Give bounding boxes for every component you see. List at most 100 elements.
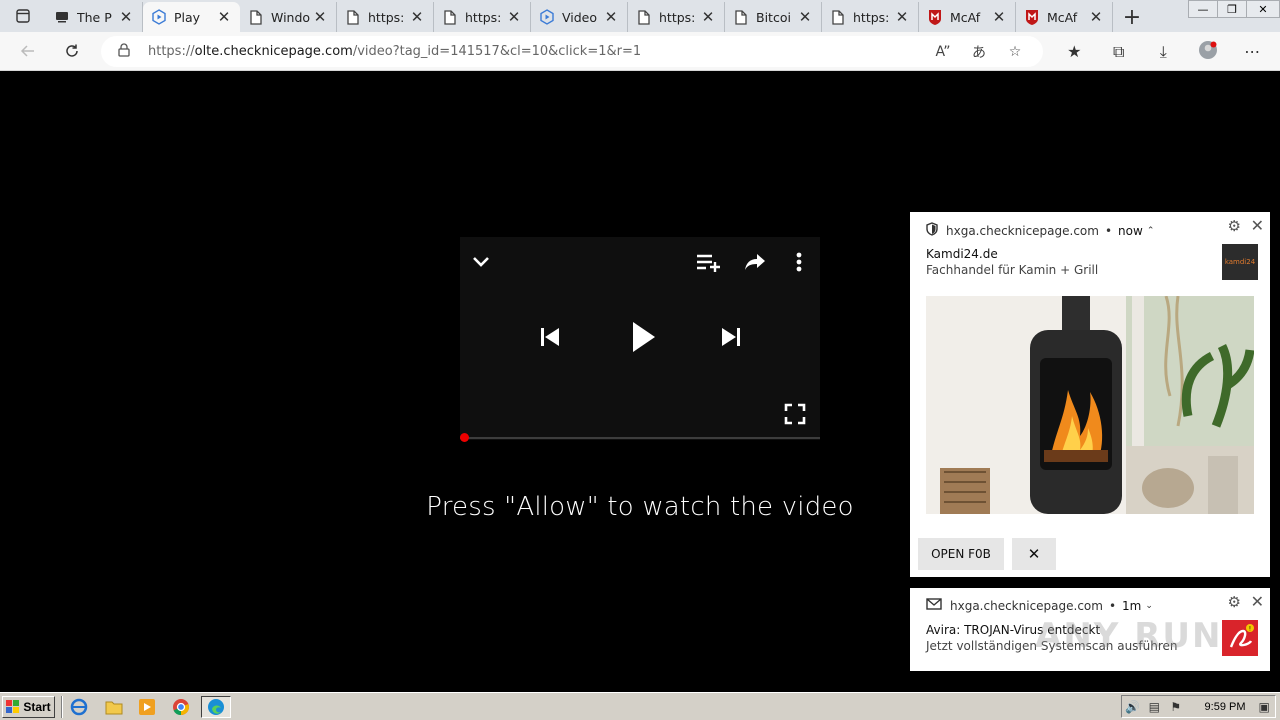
push-notification-kamdi[interactable]: hxga.checknicepage.com • now ⌃ ⚙ ✕ Kamdi… bbox=[910, 212, 1270, 577]
url-host: olte.checknicepage.com bbox=[194, 44, 353, 59]
address-bar[interactable]: https://olte.checknicepage.com/video?tag… bbox=[101, 36, 1043, 67]
page-content: Press "Allow" to watch the video hxga.ch… bbox=[0, 71, 1280, 692]
tab-label: Bitcoi bbox=[756, 9, 791, 25]
collections-icon[interactable]: ⧉ bbox=[1097, 42, 1142, 62]
show-desktop-icon[interactable]: ▣ bbox=[1253, 700, 1275, 714]
settings-more-icon[interactable]: ⋯ bbox=[1230, 42, 1275, 61]
tab-close-icon[interactable]: ✕ bbox=[118, 8, 134, 26]
browser-tab[interactable]: https: ✕ bbox=[822, 2, 919, 32]
profile-avatar-icon[interactable] bbox=[1186, 40, 1231, 64]
browser-tab[interactable]: Play ✕ bbox=[143, 2, 240, 32]
chrome-icon[interactable] bbox=[169, 696, 193, 718]
lock-icon[interactable] bbox=[118, 42, 148, 61]
media-player-icon[interactable] bbox=[135, 696, 159, 718]
tab-close-icon[interactable]: ✕ bbox=[603, 8, 619, 26]
tab-strip: The P ✕ Play ✕ Windo ✕ https: ✕ https: ✕ Video ✕ htt… bbox=[0, 0, 1280, 32]
open-notification-button[interactable]: OPEN F0B bbox=[918, 538, 1004, 570]
page-icon bbox=[830, 9, 846, 25]
network-icon[interactable]: ▤ bbox=[1144, 700, 1166, 714]
minimize-button[interactable]: — bbox=[1188, 0, 1218, 18]
browser-tab[interactable]: https: ✕ bbox=[337, 2, 434, 32]
tab-close-icon[interactable]: ✕ bbox=[1088, 8, 1104, 26]
tab-close-icon[interactable]: ✕ bbox=[409, 8, 425, 26]
video-player[interactable] bbox=[460, 237, 820, 440]
tab-close-icon[interactable]: ✕ bbox=[216, 8, 232, 26]
browser-tab[interactable]: Windo ✕ bbox=[240, 2, 337, 32]
browser-tab[interactable]: McAf ✕ bbox=[919, 2, 1016, 32]
kamdi24-badge: kamdi24 bbox=[1222, 244, 1258, 280]
tab-close-icon[interactable]: ✕ bbox=[991, 8, 1007, 26]
browser-tab[interactable]: Bitcoi ✕ bbox=[725, 2, 822, 32]
favorites-icon[interactable]: ★ bbox=[1052, 42, 1097, 61]
browser-tab[interactable]: https: ✕ bbox=[628, 2, 725, 32]
back-button[interactable] bbox=[6, 32, 50, 71]
video-progress-handle[interactable] bbox=[460, 433, 469, 442]
folder-icon[interactable] bbox=[102, 696, 126, 718]
add-to-queue-icon[interactable] bbox=[696, 253, 722, 277]
tab-label: Windo bbox=[271, 9, 311, 25]
tab-label: https: bbox=[659, 9, 696, 25]
reload-icon bbox=[66, 44, 78, 57]
next-track-icon[interactable] bbox=[721, 327, 741, 351]
read-aloud-icon[interactable]: A” bbox=[925, 44, 961, 60]
tab-close-icon[interactable]: ✕ bbox=[506, 8, 522, 26]
edge-icon[interactable] bbox=[201, 696, 231, 718]
windows-logo-icon bbox=[6, 700, 20, 713]
page-icon bbox=[248, 9, 264, 25]
page-icon bbox=[733, 9, 749, 25]
taskbar: Start 🔊 ▤ ⚑ 9:59 PM ▣ bbox=[0, 692, 1280, 720]
chevron-down-icon[interactable]: ⌄ bbox=[1145, 601, 1153, 611]
window-controls: — ❐ ✕ bbox=[1188, 0, 1280, 18]
tab-close-icon[interactable]: ✕ bbox=[312, 8, 328, 26]
restore-button[interactable]: ❐ bbox=[1217, 0, 1247, 18]
dismiss-notification-button[interactable]: ✕ bbox=[1012, 538, 1056, 570]
mcafee-icon bbox=[1024, 9, 1040, 25]
tab-label: McAf bbox=[950, 9, 981, 25]
tab-close-icon[interactable]: ✕ bbox=[797, 8, 813, 26]
chevron-down-icon[interactable] bbox=[472, 253, 490, 272]
new-tab-button[interactable]: + bbox=[1113, 2, 1151, 32]
tab-close-icon[interactable]: ✕ bbox=[894, 8, 910, 26]
browser-toolbar: https://olte.checknicepage.com/video?tag… bbox=[0, 32, 1280, 71]
notification-site: hxga.checknicepage.com bbox=[950, 598, 1103, 613]
downloads-icon[interactable]: ⤓ bbox=[1141, 42, 1186, 62]
page-icon bbox=[442, 9, 458, 25]
taskbar-separator bbox=[61, 696, 63, 718]
tab-actions-button[interactable] bbox=[0, 0, 46, 32]
more-options-icon[interactable] bbox=[796, 252, 802, 276]
ie-icon[interactable] bbox=[67, 696, 91, 718]
video-progress-bar[interactable] bbox=[460, 437, 820, 439]
action-center-flag-icon[interactable]: ⚑ bbox=[1165, 700, 1187, 714]
separator-dot: • bbox=[1104, 223, 1113, 238]
shield-icon bbox=[926, 222, 938, 239]
page-icon bbox=[636, 9, 652, 25]
start-button[interactable]: Start bbox=[2, 696, 55, 718]
add-favorite-icon[interactable]: ☆ bbox=[997, 44, 1033, 60]
tab-label: The P bbox=[77, 9, 112, 25]
tab-actions-icon bbox=[16, 9, 30, 23]
fireplace-image bbox=[926, 296, 1254, 514]
notification-title: Kamdi24.de bbox=[926, 247, 998, 261]
browser-tab[interactable]: Video ✕ bbox=[531, 2, 628, 32]
tab-label: Play bbox=[174, 9, 201, 25]
mcafee-icon bbox=[927, 9, 943, 25]
tab-close-icon[interactable]: ✕ bbox=[700, 8, 716, 26]
share-icon[interactable] bbox=[744, 252, 766, 276]
window-icon bbox=[54, 9, 70, 25]
browser-tab[interactable]: https: ✕ bbox=[434, 2, 531, 32]
browser-tab[interactable]: The P ✕ bbox=[46, 2, 143, 32]
reload-button[interactable] bbox=[50, 32, 94, 71]
gear-icon[interactable]: ⚙ bbox=[1228, 593, 1241, 611]
browser-tab[interactable]: McAf ✕ bbox=[1016, 2, 1113, 32]
close-window-button[interactable]: ✕ bbox=[1246, 0, 1280, 18]
close-icon[interactable]: ✕ bbox=[1251, 592, 1264, 611]
play-icon[interactable] bbox=[632, 321, 656, 357]
translate-icon[interactable]: あ bbox=[961, 42, 997, 62]
url-path: /video?tag_id=141517&cl=10&click=1&r=1 bbox=[352, 44, 642, 59]
chevron-up-icon[interactable]: ⌃ bbox=[1147, 226, 1155, 236]
fullscreen-icon[interactable] bbox=[784, 403, 806, 429]
previous-track-icon[interactable] bbox=[540, 327, 560, 351]
volume-icon[interactable]: 🔊 bbox=[1122, 700, 1144, 714]
gear-icon[interactable]: ⚙ bbox=[1228, 217, 1241, 235]
close-icon[interactable]: ✕ bbox=[1251, 216, 1264, 235]
